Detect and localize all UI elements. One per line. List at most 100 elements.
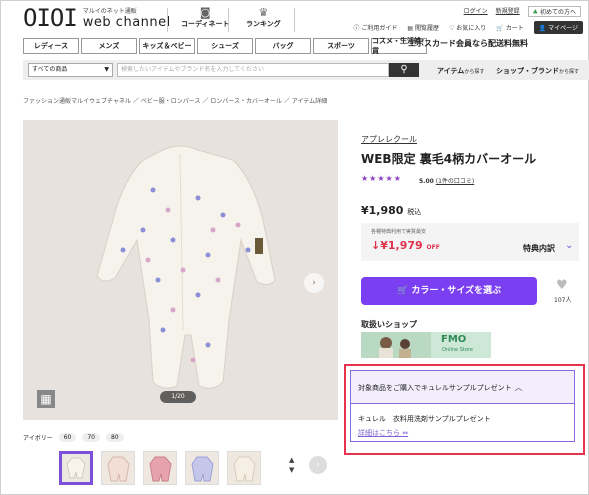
guide-link[interactable]: ⓘ ご利用ガイド <box>353 23 397 32</box>
mypage-button[interactable]: 👤 マイページ <box>533 21 583 34</box>
chevron-right-icon: › <box>316 460 320 470</box>
nav-ranking-label: ランキング <box>246 20 281 28</box>
cart-icon: 🛒 <box>496 25 504 32</box>
utility-links: ⓘ ご利用ガイド ▤ 閲覧履歴 ♡ お気に入り 🛒 カート 👤 マイページ <box>353 21 583 34</box>
search-bar: すべての商品 ▼ 検索したいアイテムやブランド名を入力してください ⚲ アイテムか… <box>23 60 589 80</box>
nav-ranking[interactable]: ♛ ランキング <box>246 6 281 29</box>
first-time-link[interactable]: ♣ 初めての方へ <box>527 6 581 17</box>
category-bar: レディース メンズ キッズ＆ベビー シューズ バッグ スポーツ コスメ・生活雑貨 <box>23 37 429 55</box>
nav-coordinate[interactable]: ◙ コーディネート <box>181 6 230 29</box>
search-button[interactable]: ⚲ <box>389 63 419 77</box>
category-kids[interactable]: キッズ＆ベビー <box>139 38 195 54</box>
logo-title: web channel <box>82 15 171 30</box>
shipping-promo: エポスカード会員なら配送料無料 <box>408 39 528 48</box>
thumbnail[interactable] <box>185 451 219 485</box>
thumbnail[interactable] <box>59 451 93 485</box>
login-link[interactable]: ログイン <box>464 6 488 17</box>
size-chip[interactable]: 70 <box>82 433 100 442</box>
shop-banner[interactable]: FMO Online Store <box>361 332 491 358</box>
crown-icon: ♛ <box>258 6 269 19</box>
favorite-heart-icon[interactable]: ♥ <box>556 278 568 293</box>
category-mens[interactable]: メンズ <box>81 38 137 54</box>
account-links: ログイン 新規登録 ♣ 初めての方へ <box>464 6 581 17</box>
brand-link[interactable]: アプレレクール <box>361 134 417 145</box>
nav-coordinate-label: コーディネート <box>181 20 230 28</box>
cart-icon: 🛒 <box>396 286 409 296</box>
product-main-image[interactable] <box>23 120 338 420</box>
product-title: WEB限定 裏毛4柄カバーオール <box>361 152 537 166</box>
history-icon: ▤ <box>407 25 414 32</box>
history-link[interactable]: ▤ 閲覧履歴 <box>407 23 439 32</box>
rating-stars: ★★★★★ <box>361 174 402 183</box>
color-label: アイボリー <box>23 435 53 442</box>
discount-box: 各種特典利用で実質最安 ↓¥1,979 OFF 特典内訳 ⌄ <box>361 223 579 261</box>
arrow-down-icon: ↓ <box>371 239 381 252</box>
thumbnail-strip <box>59 451 261 485</box>
chevron-down-icon: ▼ <box>289 466 295 474</box>
site-logo[interactable]: OIOI マルイのネット通販 web channel <box>23 6 171 30</box>
favorites-link[interactable]: ♡ お気に入り <box>449 23 486 32</box>
thumbnail[interactable] <box>227 451 261 485</box>
cart-link[interactable]: 🛒 カート <box>496 23 523 32</box>
campaign-box: 対象商品をご購入でキュレルサンプルプレゼント ︿ キュレル 衣料用洗剤サンプルプレ… <box>350 370 575 442</box>
thumbnail-next-button[interactable]: › <box>309 456 327 474</box>
thumbnail[interactable] <box>101 451 135 485</box>
divider <box>294 8 295 32</box>
reviews-link[interactable]: (1件の口コミ) <box>436 178 475 185</box>
heart-icon: ♡ <box>448 25 455 32</box>
leaf-icon: ♣ <box>532 9 539 16</box>
shop-banner-photo <box>361 332 431 358</box>
discount-price: ↓¥1,979 OFF <box>371 239 440 252</box>
user-icon: 👤 <box>538 25 547 32</box>
thumbnail-image <box>149 456 172 482</box>
size-row: アイボリー 60 70 80 <box>23 433 124 442</box>
thumbnail-image <box>233 456 256 482</box>
size-chip[interactable]: 60 <box>58 433 77 442</box>
discount-note: 各種特典利用で実質最安 <box>371 229 427 235</box>
shop-heading: 取扱いショップ <box>361 320 417 329</box>
search-by-item-link[interactable]: アイテムから探す <box>437 66 484 76</box>
register-link[interactable]: 新規登録 <box>496 6 520 17</box>
category-bags[interactable]: バッグ <box>255 38 311 54</box>
search-input[interactable]: 検索したいアイテムやブランド名を入力してください <box>117 63 389 77</box>
help-icon: ⓘ <box>353 25 360 32</box>
image-counter: 1/20 <box>160 391 196 403</box>
link-icon: ⇔ <box>402 429 409 437</box>
thumbnail[interactable] <box>143 451 177 485</box>
benefits-toggle[interactable]: 特典内訳 <box>523 243 555 254</box>
campaign-body: キュレル 衣料用洗剤サンプルプレゼント <box>358 415 491 423</box>
campaign-details-link[interactable]: 詳細はこちら ⇔ <box>358 428 408 438</box>
rating-summary: 5.00 (1件の口コミ) <box>419 178 475 185</box>
thumbnail-image <box>66 457 86 479</box>
chevron-up-icon: ︿ <box>514 383 523 392</box>
search-by-shop-link[interactable]: ショップ・ブランドから探す <box>496 66 579 76</box>
select-color-size-button[interactable]: 🛒 カラー・サイズを選ぶ <box>361 277 537 305</box>
category-shoes[interactable]: シューズ <box>197 38 253 54</box>
tax-label: 税込 <box>407 208 422 216</box>
chevron-right-icon: › <box>312 278 316 288</box>
favorite-count: 107人 <box>554 297 572 304</box>
product-price: ¥1,980 税込 <box>361 204 422 217</box>
chevron-up-icon: ▲ <box>289 456 295 464</box>
size-chip[interactable]: 80 <box>105 433 124 442</box>
search-icon: ⚲ <box>400 64 408 75</box>
grid-view-button[interactable]: ▦ <box>37 390 55 408</box>
category-sports[interactable]: スポーツ <box>313 38 369 54</box>
grid-icon: ▦ <box>40 392 52 406</box>
thumbnail-scroll-arrows[interactable]: ▲ ▼ <box>289 455 294 475</box>
logo-mark: OIOI <box>23 4 78 32</box>
shop-logo: FMO <box>441 334 467 345</box>
thumbnail-image <box>107 456 130 482</box>
shop-logo-sub: Online Store <box>442 347 473 353</box>
chevron-down-icon: ▼ <box>104 66 109 73</box>
coverall-illustration <box>96 145 276 389</box>
category-ladies[interactable]: レディース <box>23 38 79 54</box>
campaign-header[interactable]: 対象商品をご購入でキュレルサンプルプレゼント ︿ <box>351 371 574 404</box>
divider <box>167 8 168 32</box>
breadcrumb[interactable]: ファッション通販マルイウェブチャネル ／ ベビー服・ロンパース ／ ロンパース・… <box>23 96 327 105</box>
search-scope-select[interactable]: すべての商品 ▼ <box>28 63 113 77</box>
divider <box>228 8 229 32</box>
image-next-button[interactable]: › <box>304 273 324 293</box>
thumbnail-image <box>191 456 214 482</box>
chevron-down-icon[interactable]: ⌄ <box>565 240 573 251</box>
